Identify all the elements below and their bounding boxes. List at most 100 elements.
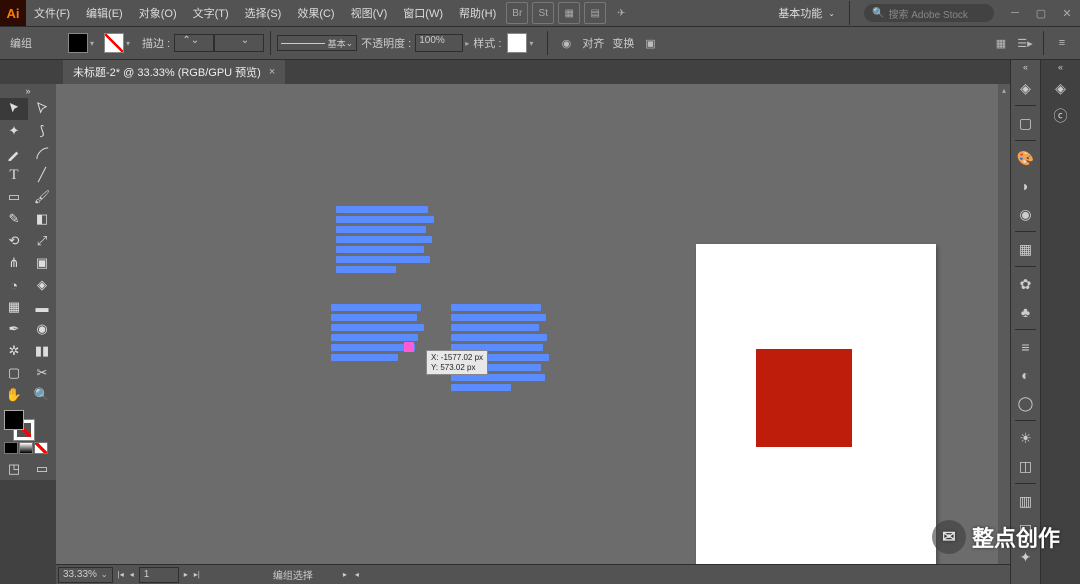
anchor-point[interactable] (404, 342, 414, 352)
transparency-panel-icon[interactable]: ◯ (1011, 389, 1040, 417)
hscroll-left-icon[interactable]: ◂ (355, 570, 359, 579)
menu-help[interactable]: 帮助(H) (451, 0, 504, 26)
menu-file[interactable]: 文件(F) (26, 0, 78, 26)
curvature-tool[interactable] (28, 142, 56, 164)
free-transform-tool[interactable]: ▣ (28, 252, 56, 274)
color-mode-icon[interactable] (4, 442, 18, 454)
options-icon[interactable]: ☰▸ (1016, 34, 1034, 52)
cc-icon[interactable]: ⓒ (1041, 102, 1080, 130)
column-graph-tool[interactable]: ▮▮ (28, 340, 56, 362)
style-dropdown[interactable]: ▾ (529, 39, 537, 48)
expand-right2-icon[interactable]: « (1041, 60, 1080, 74)
swatches-panel-icon[interactable]: ◉ (1011, 200, 1040, 228)
align-label[interactable]: 对齐 (582, 35, 604, 51)
transform-label[interactable]: 变换 (612, 35, 634, 51)
scale-tool[interactable]: ⤢ (28, 230, 56, 252)
menu-object[interactable]: 对象(O) (131, 0, 185, 26)
layers-panel-icon[interactable]: ◈ (1011, 74, 1040, 102)
recolor-icon[interactable]: ◉ (557, 34, 575, 52)
menu-effect[interactable]: 效果(C) (289, 0, 342, 26)
bridge-icon[interactable]: Br (506, 2, 528, 24)
gradient-tool[interactable]: ▬ (28, 296, 56, 318)
rectangle-tool[interactable]: ▭ (0, 186, 28, 208)
stroke-width-dd[interactable]: ⌄ (214, 34, 264, 52)
stroke-dropdown[interactable]: ▾ (126, 39, 134, 48)
expand-right-icon[interactable]: « (1011, 60, 1040, 74)
menu-edit[interactable]: 编辑(E) (78, 0, 131, 26)
menu-type[interactable]: 文字(T) (185, 0, 237, 26)
gradient-mode-icon[interactable] (19, 442, 33, 454)
maximize-button[interactable]: ▢ (1030, 4, 1052, 22)
artboard-tool[interactable]: ▢ (0, 362, 28, 384)
slice-tool[interactable]: ✂ (28, 362, 56, 384)
eraser-tool[interactable]: ◧ (28, 208, 56, 230)
rotate-tool[interactable]: ⟲ (0, 230, 28, 252)
stroke-panel-icon[interactable]: ≡ (1011, 333, 1040, 361)
blend-tool[interactable]: ◉ (28, 318, 56, 340)
stroke-swatch[interactable] (104, 33, 124, 53)
graphic-style-swatch[interactable] (507, 33, 527, 53)
panel-menu-icon[interactable]: ≡ (1053, 34, 1071, 52)
last-artboard-icon[interactable]: ▸| (191, 570, 203, 579)
workspace-switcher[interactable]: 基本功能 ⌄ (770, 3, 843, 23)
screen-mode-icon[interactable]: ▭ (28, 458, 56, 480)
document-tab[interactable]: 未标题-2* @ 33.33% (RGB/GPU 预览) × (63, 60, 285, 84)
grid-align-icon[interactable]: ▦ (992, 34, 1010, 52)
vertical-scrollbar[interactable]: ▴ (998, 84, 1010, 564)
minimize-button[interactable]: ─ (1004, 4, 1026, 22)
brushes-panel-icon[interactable]: ▦ (1011, 235, 1040, 263)
text-block-2[interactable] (331, 304, 426, 364)
graphic-styles-icon[interactable]: ◫ (1011, 452, 1040, 480)
mesh-tool[interactable]: ▦ (0, 296, 28, 318)
fill-dropdown[interactable]: ▾ (90, 39, 98, 48)
stroke-profile[interactable]: 基本 ⌄ (277, 35, 357, 51)
shaper-tool[interactable]: ✎ (0, 208, 28, 230)
prev-artboard-icon[interactable]: ◂ (127, 570, 137, 579)
isolate-icon[interactable]: ▣ (641, 34, 659, 52)
shape-builder-tool[interactable]: ◔ (0, 274, 28, 296)
color-guide-icon[interactable]: ◗ (1011, 172, 1040, 200)
first-artboard-icon[interactable]: |◂ (115, 570, 127, 579)
width-tool[interactable]: ⋔ (0, 252, 28, 274)
zoom-tool[interactable]: 🔍 (28, 384, 56, 406)
line-tool[interactable]: ╱ (28, 164, 56, 186)
next-artboard-icon[interactable]: ▸ (181, 570, 191, 579)
opacity-input[interactable]: 100% (415, 34, 463, 52)
pen-tool[interactable] (0, 142, 28, 164)
scroll-up-icon[interactable]: ▴ (998, 84, 1010, 96)
type-tool[interactable]: T (0, 164, 28, 186)
symbol-sprayer-tool[interactable]: ✲ (0, 340, 28, 362)
tab-close-icon[interactable]: × (269, 66, 275, 78)
menu-window[interactable]: 窗口(W) (395, 0, 451, 26)
artboard-nav-input[interactable]: 1 (139, 567, 179, 583)
club-panel-icon[interactable]: ♣ (1011, 298, 1040, 326)
draw-mode-icon[interactable]: ◳ (0, 458, 28, 480)
share-icon[interactable]: ✈ (610, 2, 632, 24)
artboards-panel-icon[interactable]: ▢ (1011, 109, 1040, 137)
arrange-icon[interactable]: ▦ (558, 2, 580, 24)
symbols-panel-icon[interactable]: ✿ (1011, 270, 1040, 298)
paintbrush-tool[interactable]: 🖌 (28, 186, 56, 208)
appearance-panel-icon[interactable]: ☀ (1011, 424, 1040, 452)
magic-wand-tool[interactable]: ✦ (0, 120, 28, 142)
lasso-tool[interactable]: ⟆ (28, 120, 56, 142)
fill-color[interactable] (4, 410, 24, 430)
expand-left-icon[interactable]: » (0, 84, 56, 98)
canvas[interactable]: X: -1577.02 px Y: 573.02 px ▴ (56, 84, 1010, 564)
status-arrow-icon[interactable]: ▸ (343, 570, 347, 579)
text-block-1[interactable] (336, 206, 436, 276)
fill-stroke-control[interactable] (0, 406, 56, 458)
eyedropper-tool[interactable]: ✒ (0, 318, 28, 340)
color-panel-icon[interactable]: 🎨 (1011, 144, 1040, 172)
none-mode-icon[interactable] (34, 442, 48, 454)
zoom-level[interactable]: 33.33% ⌄ (58, 567, 113, 583)
direct-selection-tool[interactable] (28, 98, 56, 120)
grid-icon[interactable]: ▤ (584, 2, 606, 24)
perspective-tool[interactable]: ◈ (28, 274, 56, 296)
menu-view[interactable]: 视图(V) (343, 0, 396, 26)
libraries-icon[interactable]: ◈ (1041, 74, 1080, 102)
search-stock-input[interactable]: 🔍 搜索 Adobe Stock (864, 4, 994, 22)
red-square-shape[interactable] (756, 349, 852, 447)
hand-tool[interactable]: ✋ (0, 384, 28, 406)
close-button[interactable]: ✕ (1056, 4, 1078, 22)
